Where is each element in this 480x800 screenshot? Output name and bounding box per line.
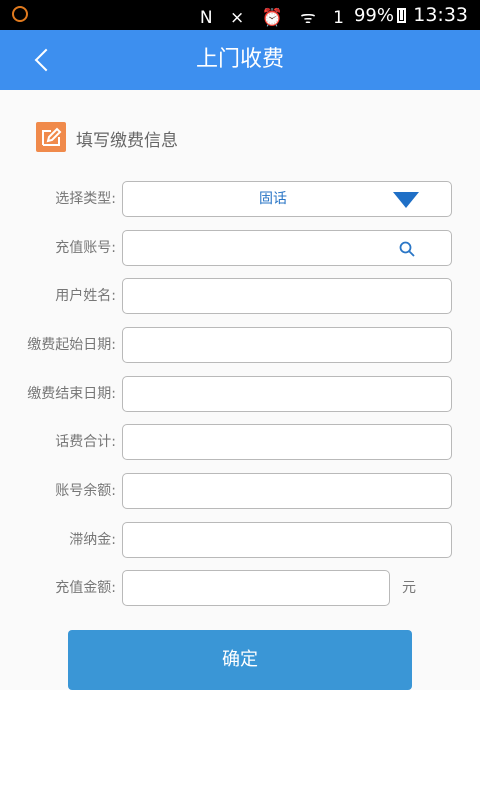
clock: 13:33: [413, 4, 468, 26]
row-balance: 账号余额:: [0, 473, 480, 509]
page-title: 上门收费: [195, 47, 284, 72]
row-bill-total: 话费合计:: [0, 424, 480, 460]
late-fee-label: 滞纳金:: [69, 532, 116, 548]
status-icons: N ⨯ ⏰ ᯤ 1: [199, 8, 350, 28]
form-container: 填写缴费信息 选择类型: 固话 充值账号: 用户姓名: 缴费起始日期: 缴费结束…: [0, 90, 480, 690]
start-date-input[interactable]: [122, 327, 452, 363]
row-type: 选择类型: 固话: [0, 181, 480, 217]
amount-label: 充值金额:: [55, 580, 116, 596]
balance-label: 账号余额:: [55, 483, 116, 499]
row-amount: 充值金额: 元: [0, 570, 480, 606]
account-label: 充值账号:: [55, 240, 116, 256]
back-button[interactable]: [30, 46, 58, 74]
row-start-date: 缴费起始日期:: [0, 327, 480, 363]
battery-level: 99%: [353, 5, 394, 26]
name-label: 用户姓名:: [55, 288, 116, 304]
account-input[interactable]: [122, 230, 452, 266]
bill-total-input[interactable]: [122, 424, 452, 460]
late-fee-input[interactable]: [122, 522, 452, 558]
dropdown-arrow-icon: [393, 192, 419, 208]
edit-icon: [36, 122, 66, 152]
row-account: 充值账号:: [0, 230, 480, 266]
end-date-label: 缴费结束日期:: [27, 386, 116, 402]
end-date-input[interactable]: [122, 376, 452, 412]
type-select[interactable]: 固话: [122, 181, 452, 217]
bill-total-label: 话费合计:: [55, 434, 116, 450]
status-bar: N ⨯ ⏰ ᯤ 1 99% 13:33: [0, 0, 480, 30]
start-date-label: 缴费起始日期:: [27, 337, 116, 353]
title-bar: 上门收费: [0, 30, 480, 90]
type-label: 选择类型:: [55, 191, 116, 207]
row-late-fee: 滞纳金:: [0, 522, 480, 558]
page-bottom: [0, 690, 480, 800]
section-title: 填写缴费信息: [76, 131, 178, 151]
name-input[interactable]: [122, 278, 452, 314]
amount-input[interactable]: [122, 570, 390, 606]
notification-icon: [12, 6, 28, 22]
type-select-value: 固话: [259, 191, 287, 207]
search-icon[interactable]: [399, 241, 415, 257]
row-end-date: 缴费结束日期:: [0, 376, 480, 412]
confirm-button[interactable]: 确定: [68, 630, 412, 690]
amount-unit: 元: [402, 580, 416, 596]
row-name: 用户姓名:: [0, 278, 480, 314]
balance-input[interactable]: [122, 473, 452, 509]
battery-icon: [397, 8, 406, 23]
